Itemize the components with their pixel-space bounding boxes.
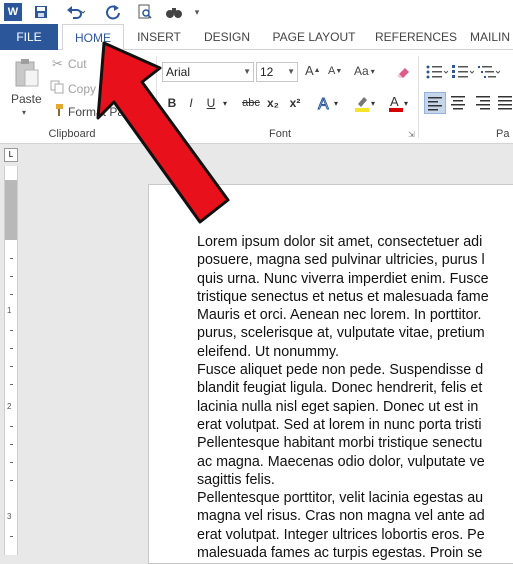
red-arrow-annotation	[96, 41, 230, 224]
